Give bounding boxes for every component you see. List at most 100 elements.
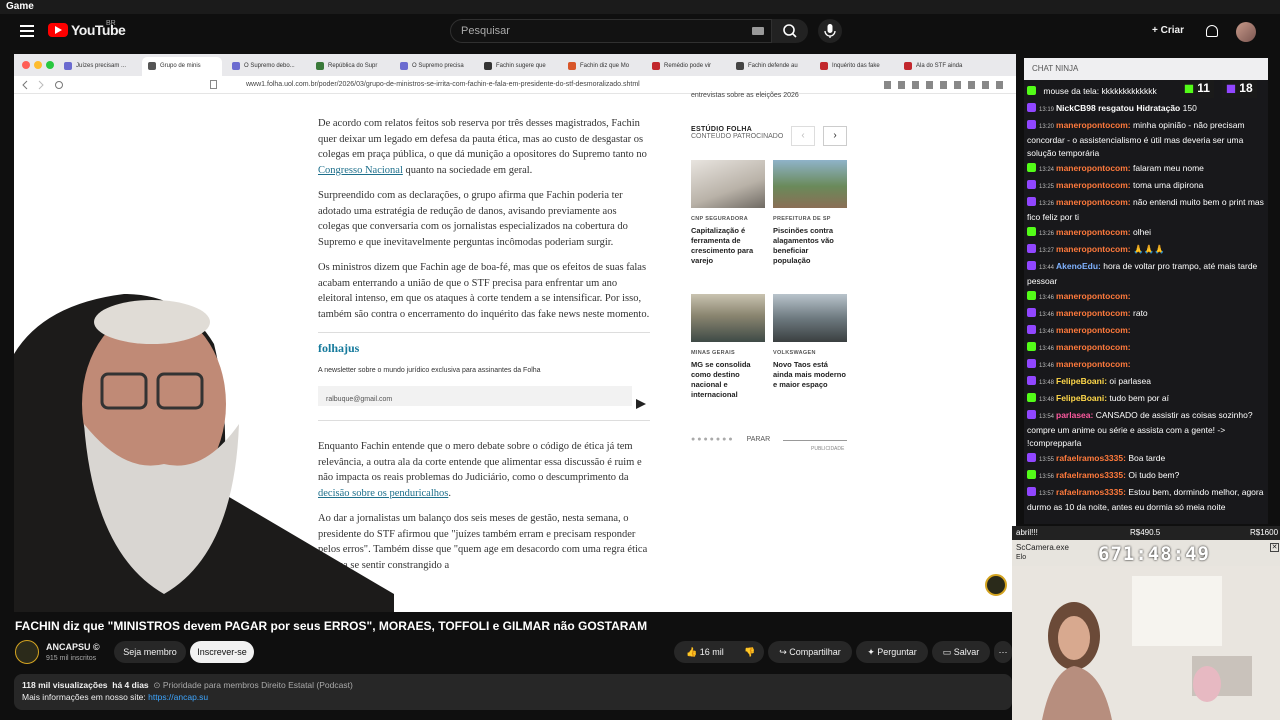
save-button[interactable]: ▭ Salvar — [932, 641, 990, 663]
next-chevron-icon[interactable]: › — [823, 126, 847, 146]
chat-username[interactable]: maneropontocom: — [1056, 163, 1131, 173]
chat-username[interactable]: maneropontocom: — [1056, 244, 1131, 254]
create-button[interactable]: + Criar — [1146, 21, 1190, 41]
chat-message: 13:24 maneropontocom: falaram meu nome — [1024, 161, 1268, 178]
more-actions-icon[interactable]: ⋯ — [994, 641, 1012, 663]
chat-username[interactable]: FelipeBoani: — [1056, 393, 1107, 403]
chat-message: 13:44 AkenoEdu: hora de voltar pro trampo… — [1024, 259, 1268, 289]
sponsored-card[interactable]: PREFEITURA DE SP Piscinões contra alagam… — [773, 160, 847, 266]
chat-username[interactable]: maneropontocom: — [1056, 308, 1131, 318]
account-avatar[interactable] — [1236, 22, 1256, 42]
card-title[interactable]: Novo Taos está ainda mais moderno e maio… — [773, 360, 847, 390]
chat-messages: mouse da tela: kkkkkkkkkkkkk 13:19 NickCB9… — [1024, 84, 1268, 515]
send-icon[interactable] — [636, 399, 646, 409]
chat-text: mouse da tela: kkkkkkkkkkkkk — [1043, 86, 1157, 96]
chat-username[interactable]: NickCB98 resgatou Hidratação — [1056, 103, 1180, 113]
chat-username[interactable]: maneropontocom: — [1056, 342, 1131, 352]
chat-username[interactable]: rafaelramos3335: — [1056, 470, 1126, 480]
browser-tab[interactable]: Juízes precisam ... — [58, 57, 138, 76]
like-icon[interactable]: 👍 — [686, 647, 700, 657]
browser-tab[interactable]: O Supremo debo... — [226, 57, 308, 76]
chat-username[interactable]: maneropontocom: — [1056, 180, 1131, 190]
video-tags[interactable]: ⊙ Prioridade para membros Direito Estata… — [153, 680, 352, 690]
keyboard-icon[interactable] — [752, 27, 764, 35]
chat-text: tudo bem por aí — [1109, 393, 1169, 403]
chat-message: 13:56 rafaelramos3335: Oi tudo bem? — [1024, 468, 1268, 485]
chat-timestamp: 13:26 — [1039, 231, 1055, 237]
like-count[interactable]: 16 mil — [700, 647, 724, 657]
close-window-icon[interactable] — [22, 61, 30, 69]
description-meta: 118 mil visualizações há 4 dias ⊙ Priori… — [22, 679, 1004, 691]
site-link[interactable]: https://ancap.su — [148, 692, 208, 702]
youtube-logo-icon[interactable] — [48, 23, 68, 37]
sponsored-card[interactable]: MINAS GERAIS MG se consolida como destin… — [691, 294, 765, 400]
chat-username[interactable]: maneropontocom: — [1056, 227, 1131, 237]
page-url[interactable]: www1.folha.uol.com.br/poder/2026/03/grup… — [246, 81, 640, 88]
minimize-window-icon[interactable] — [34, 61, 42, 69]
channel-watermark-icon[interactable] — [985, 574, 1007, 596]
pager-dots[interactable]: ●●●●●●● — [691, 436, 735, 443]
chat-username[interactable]: FelipeBoani: — [1056, 376, 1107, 386]
bookmark-icon[interactable] — [210, 80, 217, 89]
browser-tab[interactable]: Fachin diz que Mo — [562, 57, 644, 76]
chat-username[interactable]: maneropontocom: — [1056, 120, 1131, 130]
search-button[interactable] — [772, 19, 808, 43]
goal-target: R$1600 — [1250, 528, 1279, 537]
platform-badge-icon — [1027, 410, 1036, 419]
chat-username[interactable]: maneropontocom: — [1056, 197, 1131, 207]
sponsored-card[interactable]: VOLKSWAGEN Novo Taos está ainda mais mod… — [773, 294, 847, 390]
card-tag: MINAS GERAIS — [691, 350, 735, 356]
browser-tab[interactable]: Fachin defende au — [730, 57, 812, 76]
join-button[interactable]: Seja membro — [114, 641, 186, 663]
sponsored-card[interactable]: CNP SEGURADORA Capitalização é ferrament… — [691, 160, 765, 266]
ask-button[interactable]: ✦ Perguntar — [856, 641, 928, 663]
search-icon — [783, 24, 797, 38]
channel-avatar[interactable] — [15, 640, 39, 664]
browser-tab[interactable]: O Supremo precisa — [394, 57, 476, 76]
notifications-bell-icon[interactable] — [1206, 25, 1218, 37]
card-title[interactable]: MG se consolida como destino nacional e … — [691, 360, 765, 400]
channel-name[interactable]: ANCAPSU © — [46, 642, 100, 652]
subscribe-button[interactable]: Inscrever-se — [190, 641, 254, 663]
chat-username[interactable]: rafaelramos3335: — [1056, 487, 1126, 497]
chat-message: 13:46 maneropontocom: — [1024, 289, 1268, 306]
nav-buttons[interactable] — [22, 80, 68, 90]
chat-username[interactable]: maneropontocom: — [1056, 325, 1131, 335]
chat-username[interactable]: parlasea: — [1056, 410, 1093, 420]
chat-username[interactable]: rafaelramos3335: — [1056, 453, 1126, 463]
search-input[interactable]: Pesquisar — [450, 19, 772, 43]
voice-search-button[interactable] — [818, 19, 842, 43]
card-title[interactable]: Piscinões contra alagamentos vão benefic… — [773, 226, 847, 266]
pause-button[interactable]: PARAR — [747, 436, 771, 443]
dislike-icon[interactable]: 👎 — [744, 647, 755, 657]
chat-message: 13:25 maneropontocom: toma uma dipirona — [1024, 178, 1268, 195]
chat-username[interactable]: maneropontocom: — [1056, 291, 1131, 301]
platform-badge-icon — [1027, 180, 1036, 189]
like-dislike-group[interactable]: 👍 16 mil 👎 — [674, 641, 764, 663]
chat-timestamp: 13:19 — [1039, 107, 1055, 113]
browser-url-bar[interactable]: www1.folha.uol.com.br/poder/2026/03/grup… — [14, 76, 1016, 94]
platform-badge-icon — [1027, 470, 1036, 479]
maximize-window-icon[interactable] — [46, 61, 54, 69]
browser-tab[interactable]: Remédio pode vir — [646, 57, 728, 76]
youtube-logo-text[interactable]: YouTube — [71, 22, 126, 38]
video-player[interactable]: Juízes precisam ... Grupo de minis O Sup… — [14, 54, 1016, 612]
browser-toolbar-icons[interactable] — [884, 81, 1009, 89]
card-image — [773, 294, 847, 342]
browser-tab[interactable]: República do Supr — [310, 57, 392, 76]
subathon-timer: 671:48:49 — [1098, 543, 1210, 565]
browser-tab-active[interactable]: Grupo de minis — [142, 57, 222, 76]
browser-tab[interactable]: Ala do STF ainda — [898, 57, 980, 76]
card-title[interactable]: Capitalização é ferramenta de cresciment… — [691, 226, 765, 266]
chat-username[interactable]: maneropontocom: — [1056, 359, 1131, 369]
congress-link[interactable]: Congresso Nacional — [318, 165, 403, 176]
sidebar-top-text: entrevistas sobre as eleições 2026 — [691, 92, 799, 99]
browser-tab[interactable]: Fachin sugere que — [478, 57, 560, 76]
close-icon[interactable]: ✕ — [1270, 543, 1279, 552]
video-description[interactable]: 118 mil visualizações há 4 dias ⊙ Priori… — [14, 674, 1012, 710]
share-button[interactable]: ↪ Compartilhar — [768, 641, 852, 663]
browser-tab[interactable]: Inquérito das fake — [814, 57, 896, 76]
prev-chevron-icon[interactable]: ‹ — [791, 126, 815, 146]
chat-username[interactable]: AkenoEdu: — [1056, 261, 1101, 271]
menu-icon[interactable] — [20, 25, 34, 37]
